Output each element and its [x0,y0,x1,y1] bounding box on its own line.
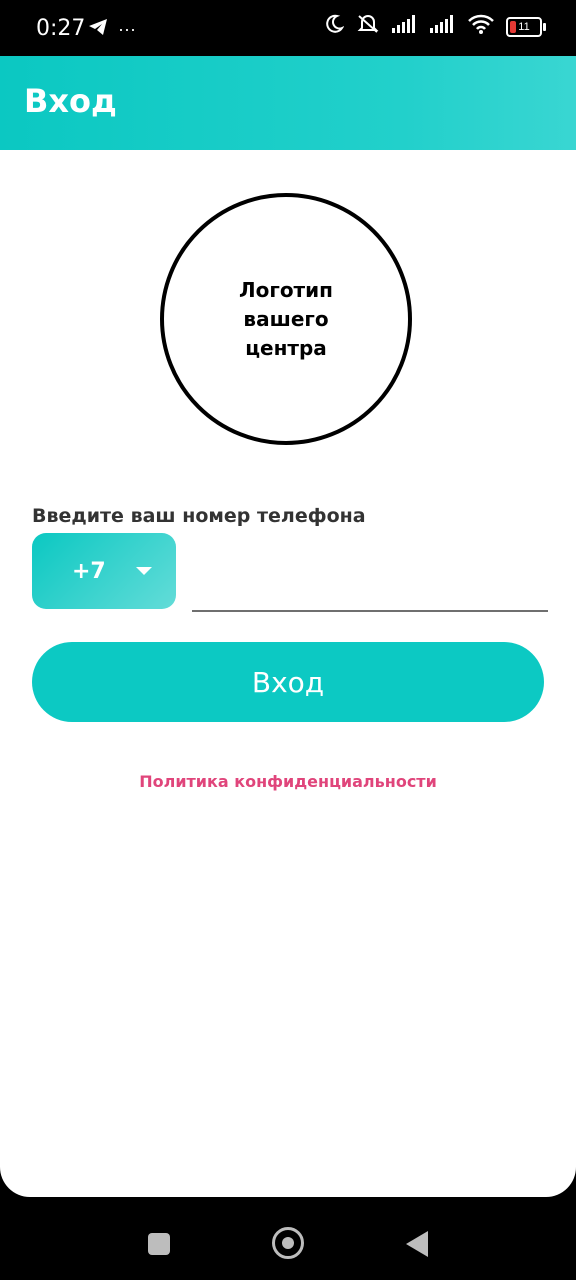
phone-number-input[interactable] [192,560,548,612]
privacy-policy-link[interactable]: Политика конфиденциальности [0,772,576,791]
battery-icon: 11 [506,16,546,37]
recent-apps-icon[interactable] [148,1233,170,1255]
login-button[interactable]: Вход [32,642,544,722]
app-screen: Вход Логотип вашего центра Введите ваш н… [0,56,576,1197]
logo-placeholder: Логотип вашего центра [160,193,412,445]
system-nav-bar [0,1205,576,1280]
wifi-icon [468,14,494,39]
moon-icon [324,14,345,39]
telegram-icon [88,18,108,41]
home-icon[interactable] [272,1227,304,1259]
back-icon[interactable] [406,1231,428,1257]
app-header: Вход [0,56,576,150]
country-code-select[interactable]: +7 [32,533,176,609]
page-title: Вход [24,82,117,120]
country-code-value: +7 [72,559,106,584]
logo-text: Логотип вашего центра [239,277,333,360]
mute-icon [356,14,380,39]
signal-icon [392,15,418,38]
phone-label: Введите ваш номер телефона [32,505,366,527]
signal-icon-2 [430,15,456,38]
status-right-icons: 11 [324,14,546,39]
status-time: 0:27 [36,16,86,41]
status-bar: 0:27 ··· 11 [0,0,576,56]
more-dots-icon: ··· [118,19,136,39]
caret-down-icon [136,567,152,575]
status-left-icons: ··· [88,18,136,41]
battery-level: 11 [518,20,530,33]
